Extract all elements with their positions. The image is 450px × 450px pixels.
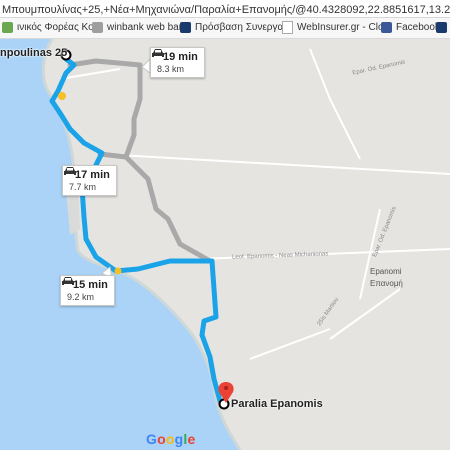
route-callout-selected[interactable]: 15 min 9.2 km [60,275,115,306]
place-label: Επανομή [370,279,403,288]
bookmark-label: Πρόσβαση Συνεργα [195,22,284,33]
generic-icon [436,21,447,33]
traffic-marker [58,92,66,100]
bookmark-item[interactable]: Facebook [381,18,440,38]
place-label: Epanomi [370,267,402,276]
bookmark-label: winbank web banki [107,22,192,33]
url-text: Μπουμπουλίνας+25,+Νέα+Μηχανιώνα/Παραλία+… [2,4,450,16]
car-icon [62,277,74,285]
generic-icon [2,21,13,33]
bookmark-item[interactable]: winbank web banki [92,18,192,38]
e-icon [180,21,191,33]
route-time: 15 min [73,279,108,291]
generic-icon [92,21,103,33]
bookmark-item[interactable]: WebInsurer.gr - Clo [282,18,384,38]
bookmark-item[interactable]: Πρόσβαση Συνεργα [180,18,283,38]
route-time: 17 min [75,169,110,181]
car-icon [64,167,76,175]
bookmark-label: Facebook [396,22,440,33]
facebook-icon [381,21,392,33]
route-distance: 9.2 km [67,292,95,302]
origin-label: npoulinas 25 [0,47,68,59]
document-icon [282,20,293,34]
callout-pointer [141,57,151,74]
route-callout[interactable]: 17 min 7.7 km [62,165,117,196]
bookmarks-bar: ινικός Φορέας Κο winbank web banki Πρόσβ… [0,18,450,39]
route-distance: 7.7 km [69,182,97,192]
bookmark-item[interactable]: ινικός Φορέας Κο [2,18,94,38]
address-bar[interactable]: Μπουμπουλίνας+25,+Νέα+Μηχανιώνα/Παραλία+… [0,0,450,18]
bookmark-label: ινικός Φορέας Κο [17,22,94,33]
traffic-marker [114,267,122,275]
google-logo: Google [146,431,196,447]
bookmark-label: WebInsurer.gr - Clo [297,22,384,33]
car-icon [152,49,164,57]
destination-label: Paralia Epanomis [231,398,323,410]
alternate-route [67,58,213,264]
map-canvas[interactable]: npoulinas 25 19 min 8.3 km 17 min 7.7 km… [0,39,450,450]
route-time: 19 min [163,51,198,63]
route-callout[interactable]: 19 min 8.3 km [150,47,205,78]
route-distance: 8.3 km [157,64,185,74]
sea-area [0,39,240,450]
bookmark-item[interactable] [436,18,450,38]
